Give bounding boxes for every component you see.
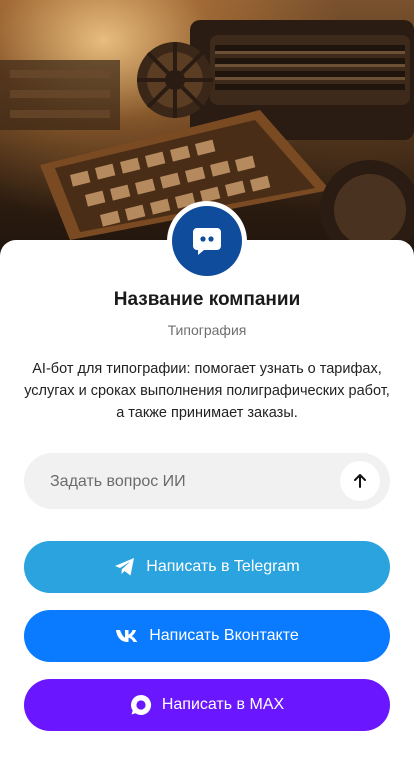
- max-button-label: Написать в MAX: [161, 696, 285, 713]
- telegram-button-label: Написать в Telegram: [146, 558, 300, 575]
- ask-ai-input[interactable]: [48, 453, 342, 511]
- arrow-up-icon: [354, 474, 366, 488]
- send-button[interactable]: [340, 461, 380, 501]
- company-category: Типография: [167, 322, 247, 338]
- company-description: AI-бот для типографии: помогает узнать о…: [24, 361, 390, 421]
- telegram-icon: [115, 558, 135, 576]
- max-icon: [130, 694, 151, 715]
- company-name: Название компании: [113, 289, 301, 310]
- ask-ai-field: [24, 453, 390, 511]
- max-button[interactable]: Написать в MAX: [24, 679, 390, 731]
- vk-icon: [116, 630, 138, 642]
- chat-bot-avatar: [172, 206, 242, 276]
- chat-bubble-icon: [193, 228, 221, 255]
- vk-button[interactable]: Написать Вконтакте: [24, 610, 390, 662]
- vk-button-label: Написать Вконтакте: [149, 627, 299, 644]
- telegram-button[interactable]: Написать в Telegram: [24, 541, 390, 593]
